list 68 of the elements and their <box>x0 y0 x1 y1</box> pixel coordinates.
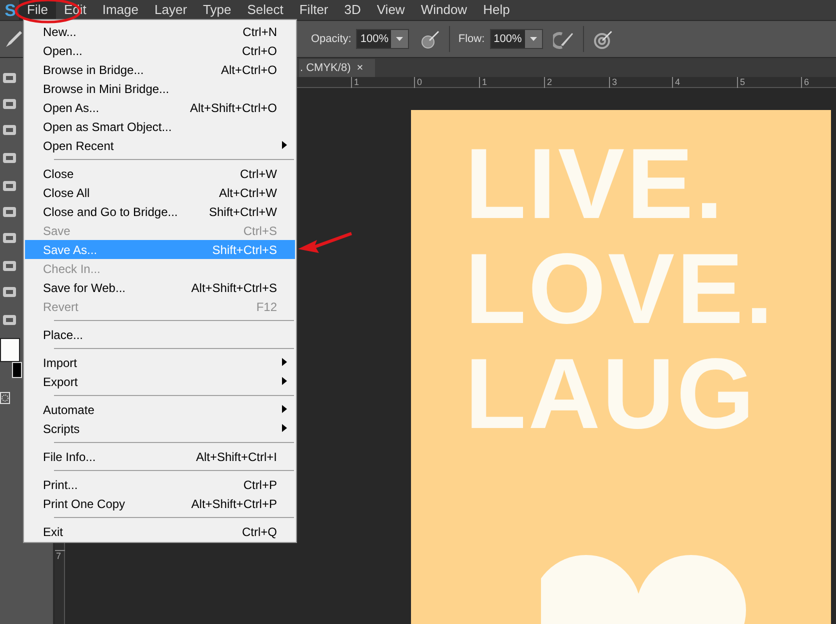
submenu-arrow-icon[interactable] <box>282 405 287 413</box>
poster-text: LAUG <box>465 356 758 432</box>
ruler-number: 1 <box>481 77 488 87</box>
menu-item[interactable]: Help <box>475 0 518 20</box>
menu-item[interactable]: Scripts <box>25 419 295 438</box>
poster-text: LIVE. <box>465 146 726 222</box>
pointer-arrow <box>297 229 353 255</box>
tool-icon[interactable] <box>2 96 18 112</box>
menu-item[interactable]: Browse in Bridge... Alt+Ctrl+O <box>25 60 295 79</box>
ruler-number: 1 <box>353 77 360 87</box>
menu-item[interactable]: Close Ctrl+W <box>25 164 295 183</box>
menu-item[interactable]: Open as Smart Object... <box>25 117 295 136</box>
ruler-number: 3 <box>611 77 618 87</box>
document-tab[interactable]: . CMYK/8) × <box>299 59 375 77</box>
tool-icon[interactable] <box>2 70 18 86</box>
tab-title: . CMYK/8) <box>300 60 351 76</box>
menu-item[interactable]: Image <box>94 0 146 20</box>
brush-circle-icon[interactable] <box>419 28 442 50</box>
menu-item[interactable]: Automate <box>25 400 295 419</box>
menu-item[interactable]: File Info... Alt+Shift+Ctrl+I <box>25 447 295 466</box>
tool-icon[interactable] <box>2 258 18 274</box>
submenu-arrow-icon[interactable] <box>282 141 287 149</box>
menu-item[interactable]: Type <box>195 0 240 20</box>
tool-icon[interactable] <box>2 178 18 194</box>
opacity-label: Opacity: <box>311 32 352 47</box>
menu-item[interactable]: New... Ctrl+N <box>25 22 295 41</box>
quick-mask-icon[interactable] <box>0 392 10 404</box>
ruler-number: 5 <box>739 77 746 87</box>
menu-item[interactable]: Window <box>412 0 476 20</box>
ruler-number: 0 <box>416 77 422 87</box>
ruler-number: 6 <box>803 77 810 87</box>
tool-icon[interactable] <box>2 150 18 166</box>
menu-item[interactable]: Export <box>25 372 295 391</box>
tool-icon[interactable] <box>2 312 18 328</box>
tool-icon[interactable] <box>2 230 18 246</box>
menu-item[interactable]: Place... <box>25 325 295 344</box>
menu-item[interactable]: Open Recent <box>25 136 295 155</box>
ruler-number: 2 <box>546 77 552 87</box>
menu-item[interactable]: View <box>368 0 413 20</box>
submenu-arrow-icon[interactable] <box>282 377 287 385</box>
menu-item[interactable]: Close and Go to Bridge... Shift+Ctrl+W <box>25 202 295 221</box>
submenu-arrow-icon[interactable] <box>282 358 287 366</box>
submenu-arrow-icon[interactable] <box>282 424 287 432</box>
menu-item[interactable]: Close All Alt+Ctrl+W <box>25 183 295 202</box>
app-logo: S <box>4 2 17 18</box>
ruler-number: 7 <box>55 551 62 561</box>
menu-item[interactable]: Print One Copy Alt+Shift+Ctrl+P <box>25 494 295 513</box>
foreground-swatch[interactable] <box>0 338 20 362</box>
menu-item[interactable]: Open As... Alt+Shift+Ctrl+O <box>25 98 295 117</box>
ruler-number: 4 <box>674 77 680 87</box>
tool-icon[interactable] <box>2 284 18 300</box>
flow-label: Flow: <box>458 32 485 47</box>
menu-item[interactable]: Browse in Mini Bridge... <box>25 79 295 98</box>
menu-item[interactable]: Filter <box>291 0 336 20</box>
poster-text: LOVE. <box>465 251 776 327</box>
menu-item[interactable]: Select <box>239 0 292 20</box>
menu-item[interactable]: 3D <box>336 0 369 20</box>
menu-item[interactable]: Layer <box>146 0 196 20</box>
menu-item[interactable]: Print... Ctrl+P <box>25 475 295 494</box>
tool-icon[interactable] <box>2 204 18 220</box>
target-brush-icon[interactable] <box>592 28 614 50</box>
background-swatch[interactable] <box>12 362 22 378</box>
menu-item[interactable]: Import <box>25 353 295 372</box>
tool-icon[interactable] <box>2 122 18 138</box>
menu-item[interactable]: Exit Ctrl+Q <box>25 522 295 541</box>
menu-item[interactable]: Save for Web... Alt+Shift+Ctrl+S <box>25 278 295 297</box>
close-icon[interactable]: × <box>356 62 364 74</box>
menu-item[interactable]: Open... Ctrl+O <box>25 41 295 60</box>
